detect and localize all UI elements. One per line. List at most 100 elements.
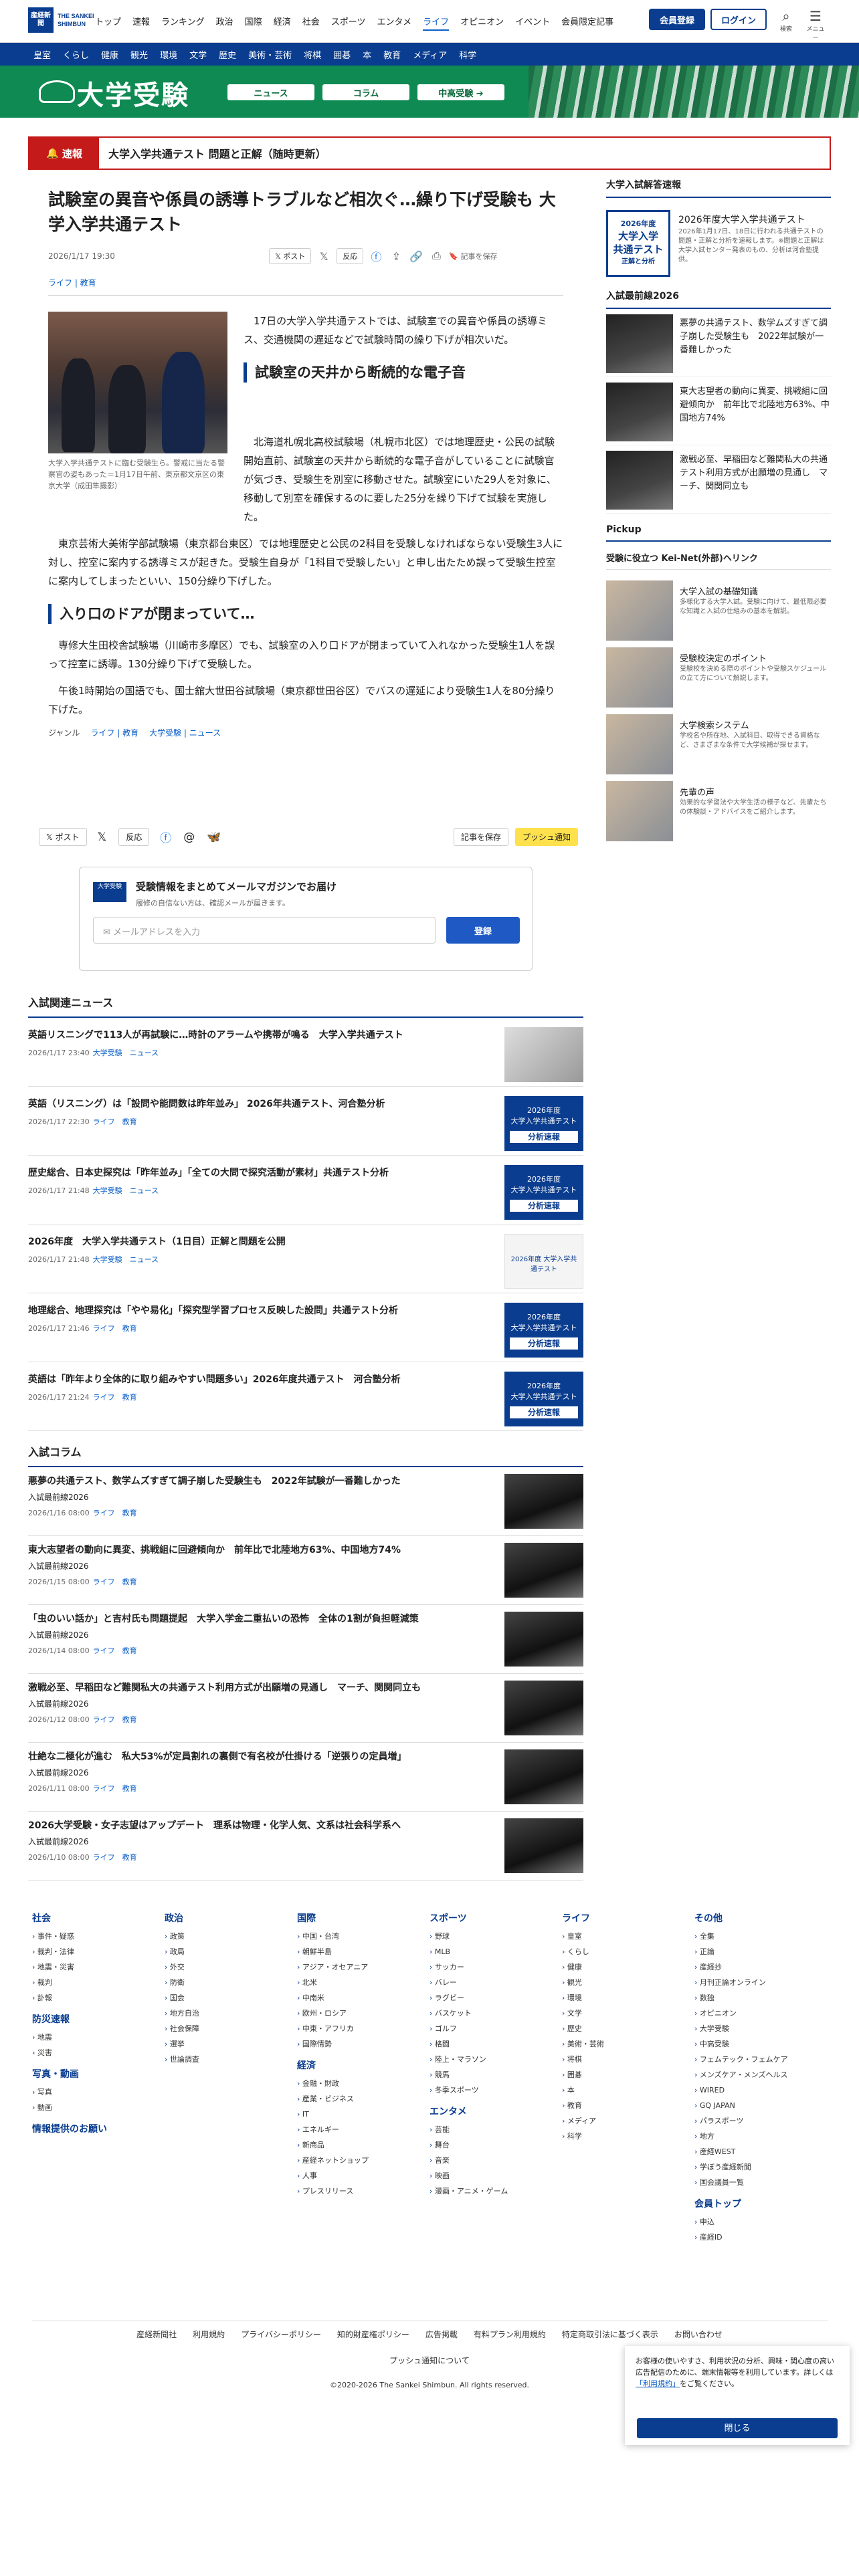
footer-bottom-link[interactable]: 有料プラン利用規約	[474, 2330, 546, 2339]
footer-heading[interactable]: 経済	[297, 2058, 430, 2072]
x-react-icon[interactable]: 𝕏	[98, 831, 107, 844]
related-news-tags[interactable]: 大学受験 ニュース	[93, 1255, 159, 1264]
footer-link[interactable]: 金融・財政	[297, 2076, 430, 2091]
newsletter-submit-button[interactable]: 登録	[446, 917, 520, 944]
sub-nav-item[interactable]: 文学	[189, 48, 207, 61]
footer-link[interactable]: 動画	[32, 2100, 165, 2115]
sub-nav-item[interactable]: 教育	[383, 48, 401, 61]
footer-link[interactable]: プレスリリース	[297, 2183, 430, 2199]
footer-link[interactable]: 正論	[694, 1944, 827, 1959]
column-item[interactable]: 東大志望者の動向に異変、挑戦組に回避傾向か 前年比で北陸地方63%、中国地方74…	[28, 1536, 583, 1605]
footer-bottom-link[interactable]: 特定商取引法に基づく表示	[562, 2330, 658, 2339]
sub-nav-item[interactable]: 健康	[101, 48, 118, 61]
footer-link[interactable]: 格闘	[430, 2036, 562, 2052]
genre-links[interactable]: ライフ | 教育	[90, 727, 138, 738]
column-item[interactable]: 「虫のいい話か」と吉村氏も問題提起 大学入学金二重払いの恐怖 全体の1割が負担軽…	[28, 1605, 583, 1674]
menu-button[interactable]: ☰ メニュー	[804, 8, 827, 41]
footer-heading[interactable]: その他	[694, 1911, 827, 1925]
footer-link[interactable]: 環境	[562, 1990, 694, 2006]
footer-link[interactable]: 防衛	[165, 1975, 297, 1990]
footer-link[interactable]: 政局	[165, 1944, 297, 1959]
footer-link[interactable]: 囲碁	[562, 2067, 694, 2082]
global-nav-item[interactable]: イベント	[515, 15, 550, 31]
footer-link[interactable]: 月刊正論オンライン	[694, 1975, 827, 1990]
footer-heading[interactable]: 政治	[165, 1911, 297, 1925]
search-button[interactable]: ⌕ 検索	[775, 8, 797, 33]
footer-link[interactable]: パラスポーツ	[694, 2113, 827, 2129]
footer-link[interactable]: IT	[297, 2107, 430, 2122]
keinet-item[interactable]: 大学入試の基礎知識 多様化する大学入試。受験に向けて、最低限必要な知識と入試の仕組…	[606, 580, 831, 647]
footer-heading[interactable]: 会員トップ	[694, 2197, 827, 2210]
footer-heading[interactable]: 社会	[32, 1911, 165, 1925]
footer-link[interactable]: GQ JAPAN	[694, 2098, 827, 2113]
footer-link[interactable]: 選挙	[165, 2036, 297, 2052]
save-article-button[interactable]: 🔖 記事を保存	[449, 251, 497, 261]
sub-nav-item[interactable]: 皇室	[33, 48, 51, 61]
footer-link[interactable]: 写真	[32, 2084, 165, 2100]
global-nav-item[interactable]: 社会	[302, 15, 320, 31]
footer-bottom-link[interactable]: 産経新聞社	[136, 2330, 177, 2339]
sub-nav-item[interactable]: メディア	[413, 48, 447, 61]
footer-link[interactable]: 中南米	[297, 1990, 430, 2006]
global-nav-item[interactable]: ランキング	[161, 15, 205, 31]
footer-link[interactable]: 映画	[430, 2168, 562, 2183]
footer-link[interactable]: アジア・オセアニア	[297, 1959, 430, 1975]
footer-heading[interactable]: ライフ	[562, 1911, 694, 1925]
sub-nav-item[interactable]: 科学	[459, 48, 476, 61]
sub-nav-item[interactable]: くらし	[63, 48, 89, 61]
footer-link[interactable]: オピニオン	[694, 2006, 827, 2021]
banner-title[interactable]: 大学受験	[77, 74, 189, 112]
footer-link[interactable]: 地方	[694, 2129, 827, 2144]
footer-link[interactable]: 文学	[562, 2006, 694, 2021]
footer-link[interactable]: 産経ID	[694, 2230, 827, 2245]
global-nav-item[interactable]: 速報	[132, 15, 150, 31]
related-news-item[interactable]: 歴史総合、日本史探究は「昨年並み」「全ての大問で探究活動が素材」共通テスト分析 2…	[28, 1156, 583, 1224]
column-tags[interactable]: ライフ 教育	[93, 1784, 137, 1793]
footer-link[interactable]: 中東・アフリカ	[297, 2021, 430, 2036]
sub-nav-item[interactable]: 囲碁	[333, 48, 351, 61]
footer-link[interactable]: 科学	[562, 2129, 694, 2144]
footer-link[interactable]: 野球	[430, 1929, 562, 1944]
footer-bottom-link[interactable]: 利用規約	[193, 2330, 225, 2339]
footer-link[interactable]: 地方自治	[165, 2006, 297, 2021]
related-news-tags[interactable]: 大学受験 ニュース	[93, 1049, 159, 1057]
x-post-button[interactable]: 𝕏 ポスト	[269, 248, 312, 264]
footer-link[interactable]: ゴルフ	[430, 2021, 562, 2036]
footer-link[interactable]: MLB	[430, 1944, 562, 1959]
footer-link[interactable]: 裁判・法律	[32, 1944, 165, 1959]
footer-heading[interactable]: 国際	[297, 1911, 430, 1925]
footer-link[interactable]: 全集	[694, 1929, 827, 1944]
footer-link[interactable]: 将棋	[562, 2052, 694, 2067]
link-icon[interactable]: 🔗	[409, 249, 423, 263]
related-news-item[interactable]: 英語は「昨年より全体的に取り組みやすい問題多い」2026年度共通テスト 河合塾分…	[28, 1362, 583, 1431]
keinet-item[interactable]: 受験校決定のポイント 受験校を決める際のポイントや受験スケジュールの立て方について…	[606, 647, 831, 714]
login-button[interactable]: ログイン	[710, 9, 767, 30]
footer-link[interactable]: 陸上・マラソン	[430, 2052, 562, 2067]
push-notification-button[interactable]: プッシュ通知	[514, 828, 578, 846]
facebook-icon[interactable]: ⓕ	[369, 249, 383, 263]
banner-news-button[interactable]: ニュース	[227, 84, 314, 100]
footer-heading[interactable]: エンタメ	[430, 2105, 562, 2118]
share-icon[interactable]: ⇪	[389, 249, 403, 263]
sub-nav-item[interactable]: 本	[363, 48, 371, 61]
global-nav-item[interactable]: 会員限定記事	[561, 15, 613, 31]
global-nav-item[interactable]: ライフ	[423, 15, 450, 31]
footer-link[interactable]: 国際情勢	[297, 2036, 430, 2052]
footer-link[interactable]: 申込	[694, 2214, 827, 2230]
related-news-item[interactable]: 英語（リスニング）は「設問や能問数は昨年並み」 2026年共通テスト、河合塾分析…	[28, 1087, 583, 1156]
footer-link[interactable]: エネルギー	[297, 2122, 430, 2137]
threads-icon[interactable]: @	[183, 831, 195, 844]
footer-link[interactable]: フェムテック・フェムケア	[694, 2052, 827, 2067]
cookie-close-button[interactable]: 閉じる	[637, 2418, 838, 2438]
related-news-item[interactable]: 地理総合、地理探究は「やや易化」「探究型学習プロセス反映した設問」共通テスト分析…	[28, 1293, 583, 1362]
column-item[interactable]: 2026大学受験・女子志望はアップデート 理系は物理・化学人気、文系は社会科学系…	[28, 1812, 583, 1881]
footer-link[interactable]: くらし	[562, 1944, 694, 1959]
footer-link[interactable]: 地震・災害	[32, 1959, 165, 1975]
footer-link[interactable]: 美術・芸術	[562, 2036, 694, 2052]
footer-link[interactable]: 世論調査	[165, 2052, 297, 2067]
footer-link[interactable]: 北米	[297, 1975, 430, 1990]
footer-link[interactable]: バスケット	[430, 2006, 562, 2021]
global-nav-item[interactable]: スポーツ	[331, 15, 366, 31]
global-nav-item[interactable]: 経済	[274, 15, 291, 31]
saizensen-item[interactable]: 東大志望者の動向に異変、挑戦組に回避傾向か 前年比で北陸地方63%、中国地方74…	[606, 377, 831, 445]
